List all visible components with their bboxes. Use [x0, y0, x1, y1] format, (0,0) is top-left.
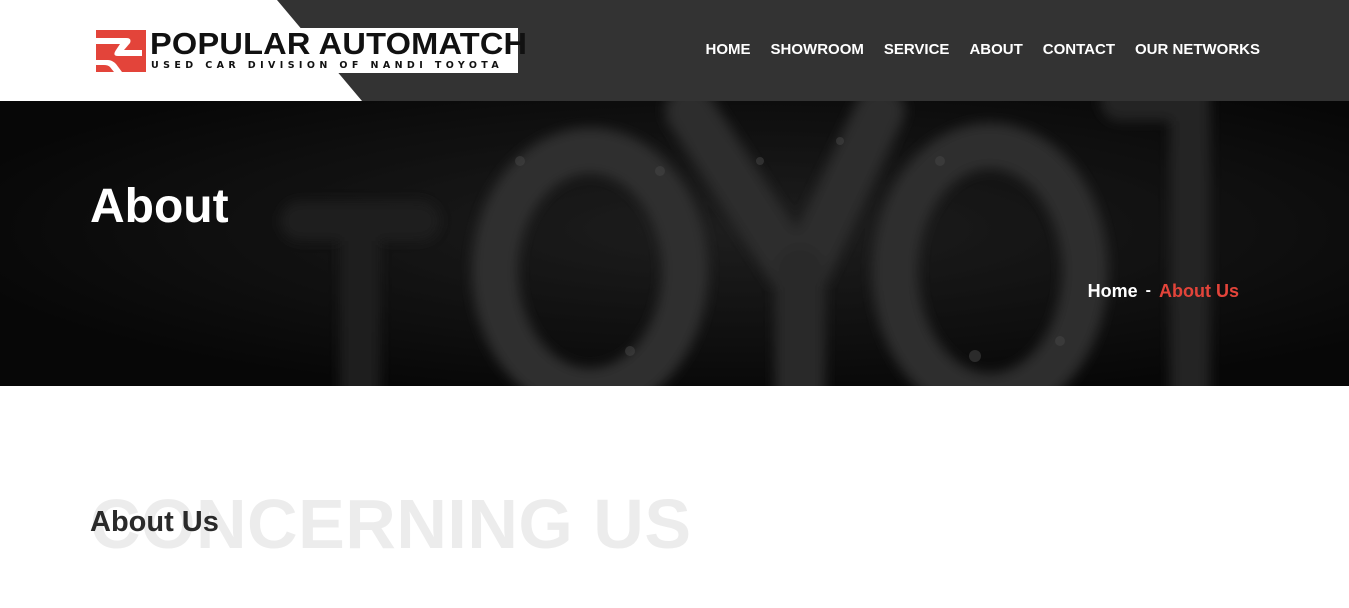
section-heading: About Us	[90, 506, 219, 538]
breadcrumb-separator: -	[1145, 282, 1151, 299]
breadcrumb-current: About Us	[1159, 281, 1239, 301]
breadcrumb: Home - About Us	[1088, 280, 1239, 302]
site-logo[interactable]: POPULAR AUTOMATCH USED CAR DIVISION OF N…	[96, 28, 527, 73]
nav-about[interactable]: ABOUT	[969, 40, 1022, 60]
nav-home[interactable]: HOME	[706, 40, 751, 60]
logo-tagline: USED CAR DIVISION OF NANDI TOYOTA	[151, 60, 504, 71]
site-header: POPULAR AUTOMATCH USED CAR DIVISION OF N…	[0, 0, 1349, 101]
page-title: About	[90, 180, 229, 233]
nav-our-networks[interactable]: OUR NETWORKS	[1135, 40, 1260, 60]
red-road-mark-icon	[96, 30, 146, 72]
breadcrumb-home-link[interactable]: Home	[1088, 280, 1138, 302]
nav-showroom[interactable]: SHOWROOM	[771, 40, 864, 60]
nav-contact[interactable]: CONTACT	[1043, 40, 1115, 60]
banner-background-image	[0, 101, 1349, 386]
main-nav: HOME SHOWROOM SERVICE ABOUT CONTACT OUR …	[706, 40, 1260, 60]
logo-text: POPULAR AUTOMATCH USED CAR DIVISION OF N…	[150, 28, 527, 73]
nav-service[interactable]: SERVICE	[884, 40, 950, 60]
logo-title: POPULAR AUTOMATCH	[150, 26, 528, 61]
page-banner: About Home - About Us	[0, 101, 1349, 386]
